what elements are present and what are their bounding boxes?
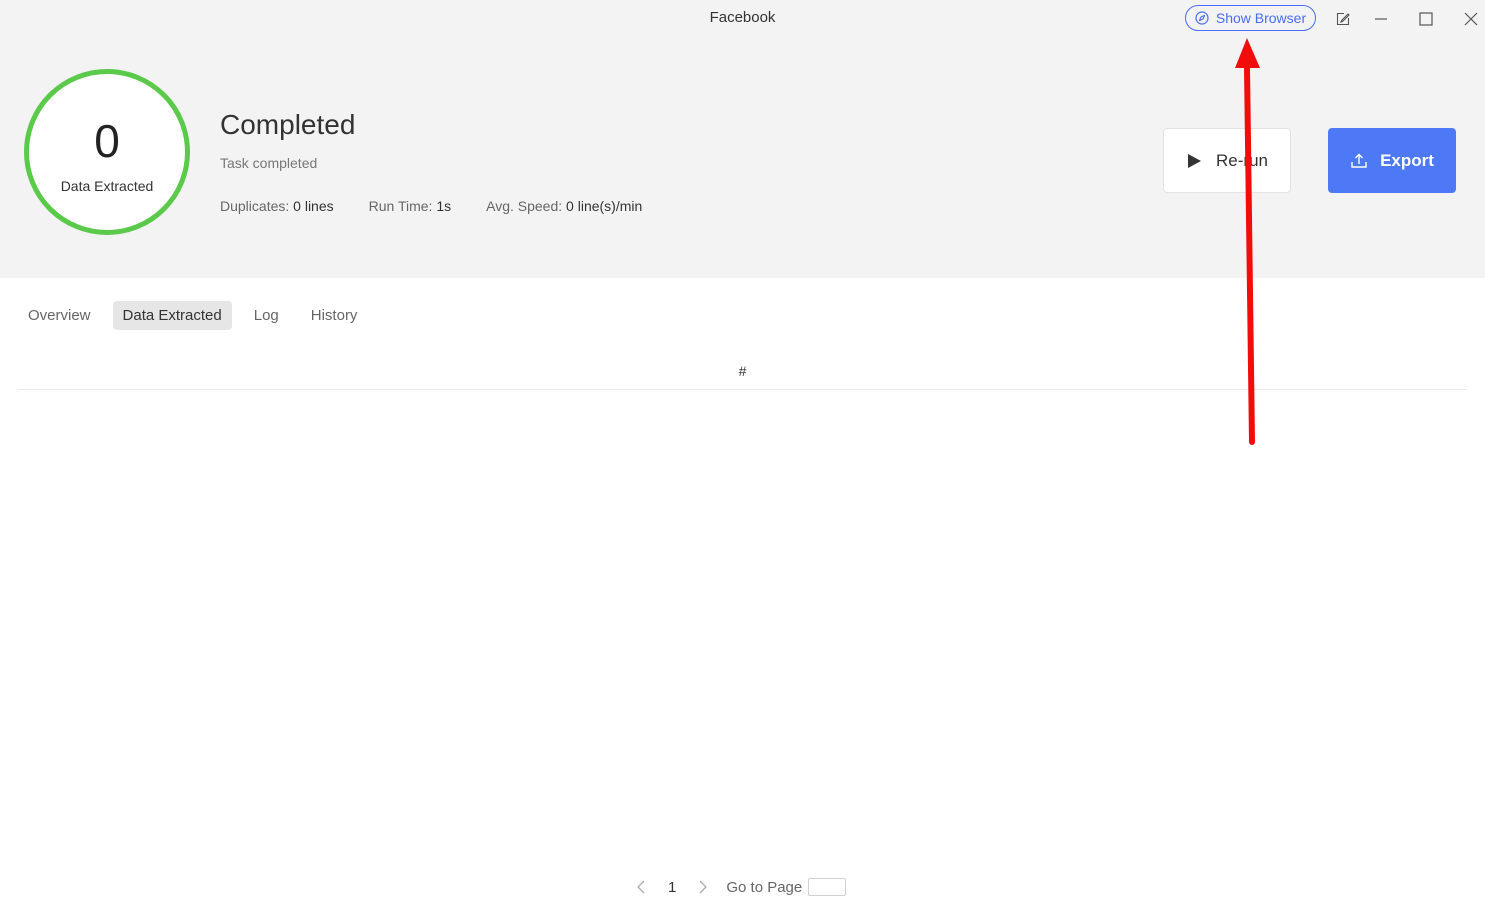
status-title: Completed	[220, 109, 356, 140]
run-stats: Duplicates: 0 lines Run Time: 1s Avg. Sp…	[220, 198, 677, 214]
prev-page-icon[interactable]	[630, 880, 652, 894]
show-browser-button[interactable]: Show Browser	[1185, 5, 1316, 31]
stat-avg-speed: Avg. Speed: 0 line(s)/min	[486, 198, 643, 214]
column-header-index: #	[738, 362, 747, 379]
result-tabs: Overview Data Extracted Log History	[18, 301, 379, 330]
play-icon	[1186, 153, 1202, 169]
goto-page-label: Go to Page	[726, 878, 803, 896]
tab-log[interactable]: Log	[244, 301, 289, 330]
stat-duplicates: Duplicates: 0 lines	[220, 198, 334, 214]
edit-icon[interactable]	[1331, 8, 1355, 30]
pagination: 1 Go to Page	[630, 878, 847, 896]
stat-run-time: Run Time: 1s	[368, 198, 452, 214]
export-button[interactable]: Export	[1328, 128, 1456, 193]
rerun-button[interactable]: Re-run	[1163, 128, 1291, 193]
table-header: #	[18, 352, 1467, 390]
show-browser-label: Show Browser	[1215, 10, 1307, 26]
extracted-count-label: Data Extracted	[60, 178, 154, 194]
minimize-icon[interactable]	[1369, 8, 1393, 30]
tab-data-extracted[interactable]: Data Extracted	[112, 301, 232, 330]
extracted-count-ring: 0 Data Extracted	[24, 69, 190, 235]
extracted-count: 0	[94, 115, 120, 167]
export-label: Export	[1380, 150, 1434, 170]
tab-overview[interactable]: Overview	[18, 301, 101, 330]
maximize-icon[interactable]	[1414, 8, 1438, 30]
upload-icon	[1350, 153, 1368, 169]
next-page-icon[interactable]	[692, 880, 714, 894]
rerun-label: Re-run	[1216, 150, 1268, 170]
compass-icon	[1195, 11, 1209, 25]
current-page[interactable]: 1	[668, 879, 676, 896]
goto-page-input[interactable]	[808, 878, 847, 896]
status-subtitle: Task completed	[220, 155, 318, 171]
close-icon[interactable]	[1459, 8, 1483, 30]
tab-history[interactable]: History	[301, 301, 368, 330]
